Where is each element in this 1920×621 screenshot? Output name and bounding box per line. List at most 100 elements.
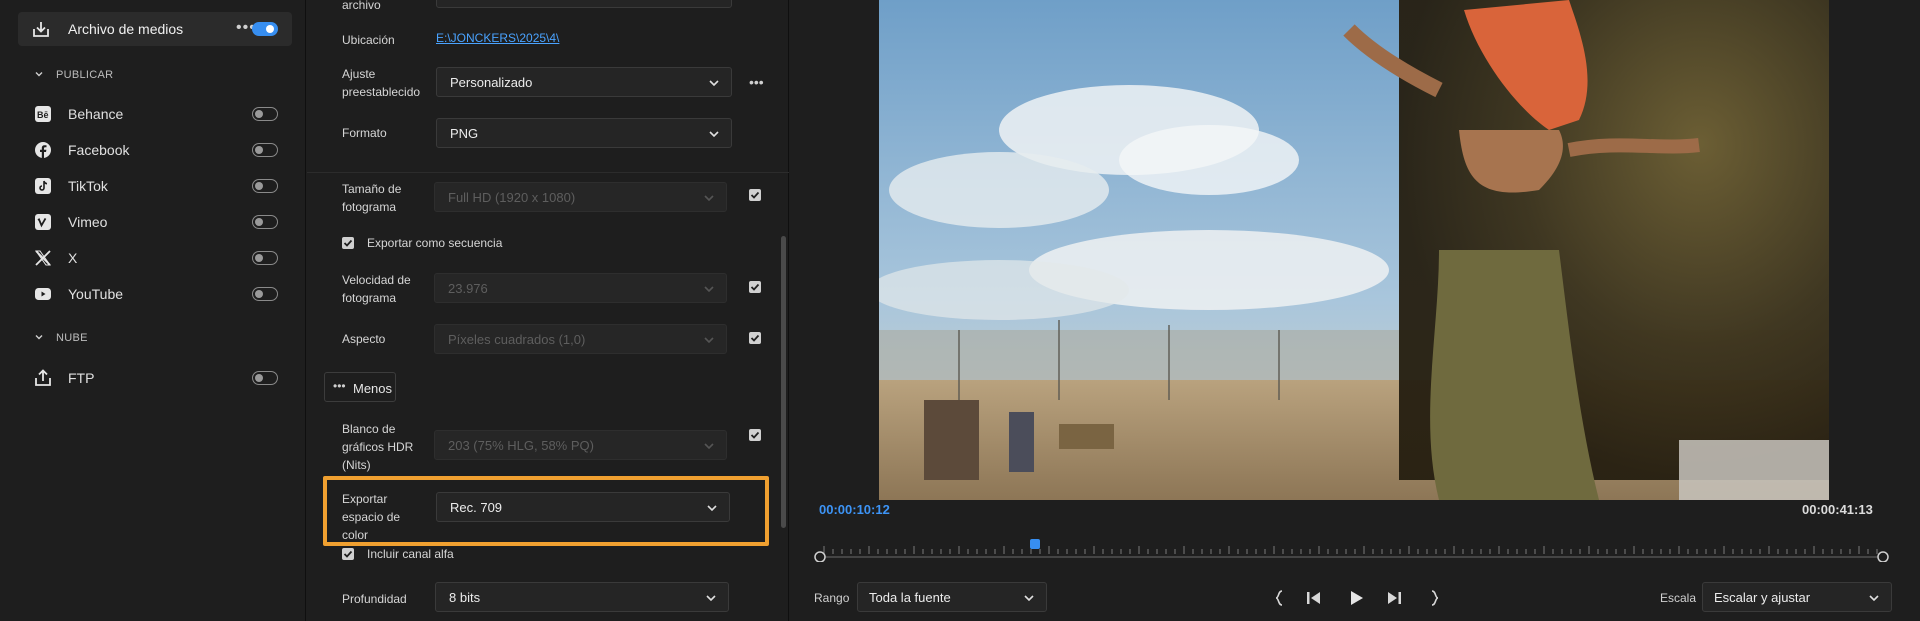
youtube-toggle[interactable] <box>252 287 278 301</box>
section-heading-nube: NUBE <box>56 332 88 344</box>
in-point-handle[interactable] <box>814 551 826 562</box>
tiktok-icon <box>35 178 51 194</box>
end-timecode: 00:00:41:13 <box>1802 502 1873 517</box>
aspect-checkbox[interactable] <box>749 332 761 344</box>
depth-label: Profundidad <box>342 592 407 606</box>
chevron-down-icon <box>704 286 714 293</box>
sidebar-item-ftp[interactable]: FTP <box>34 367 284 389</box>
range-value: Toda la fuente <box>869 590 951 605</box>
aspect-value: Píxeles cuadrados (1,0) <box>448 332 586 347</box>
x-icon <box>35 250 51 266</box>
chevron-down-icon <box>704 195 714 202</box>
facebook-toggle[interactable] <box>252 143 278 157</box>
step-back-icon[interactable] <box>1304 588 1324 608</box>
step-forward-icon[interactable] <box>1384 588 1404 608</box>
sidebar-item-label: Behance <box>68 106 124 122</box>
sidebar-item-youtube[interactable]: YouTube <box>34 283 284 305</box>
preset-value: Personalizado <box>450 75 533 90</box>
sidebar-item-label: YouTube <box>68 286 124 302</box>
more-options-icon[interactable]: ••• <box>749 74 764 90</box>
sidebar-item-facebook[interactable]: Facebook <box>34 139 284 161</box>
go-to-out-point-icon[interactable] <box>1424 588 1444 608</box>
file-name-label: archivo <box>342 0 381 12</box>
hdr-white-checkbox[interactable] <box>749 429 761 441</box>
sidebar: Archivo de medios ••• PUBLICAR Bē Behanc… <box>0 0 306 621</box>
show-less-label: Menos <box>353 381 393 396</box>
preview-panel: 00:00:10:12 00:00:41:13 Rango Toda la fu… <box>790 0 1920 621</box>
ftp-toggle[interactable] <box>252 371 278 385</box>
svg-text:Bē: Bē <box>37 110 49 120</box>
scale-label: Escala <box>1660 591 1697 605</box>
alpha-channel-checkbox[interactable] <box>342 548 354 560</box>
range-dropdown[interactable]: Toda la fuente <box>857 582 1047 612</box>
export-sequence-label: Exportar como secuencia <box>367 236 503 250</box>
frame-size-checkbox[interactable] <box>749 189 761 201</box>
scrollbar[interactable] <box>781 236 786 528</box>
frame-rate-value: 23.976 <box>448 281 488 296</box>
format-dropdown[interactable]: PNG <box>436 118 732 148</box>
hdr-white-dropdown[interactable]: 203 (75% HLG, 58% PQ) <box>434 430 727 460</box>
chevron-down-icon <box>704 443 714 450</box>
frame-rate-label: Velocidad de fotograma <box>342 273 411 305</box>
show-less-button[interactable]: ••• Menos <box>324 372 396 402</box>
video-frame <box>879 0 1829 500</box>
timeline-ticks <box>823 546 1878 554</box>
aspect-label: Aspecto <box>342 332 386 346</box>
sidebar-item-behance[interactable]: Bē Behance <box>34 103 284 125</box>
frame-size-dropdown[interactable]: Full HD (1920 x 1080) <box>434 182 727 212</box>
alpha-channel-label: Incluir canal alfa <box>367 547 454 561</box>
more-options-icon: ••• <box>333 379 346 393</box>
preset-dropdown[interactable]: Personalizado <box>436 67 732 97</box>
highlight-box <box>323 476 769 546</box>
file-name-input[interactable] <box>436 0 732 8</box>
media-file-label: Archivo de medios <box>68 21 184 37</box>
download-icon <box>33 22 49 37</box>
location-link[interactable]: E:\JONCKERS\2025\4\ <box>436 31 559 45</box>
depth-dropdown[interactable]: 8 bits <box>435 582 729 612</box>
depth-value: 8 bits <box>449 590 481 605</box>
youtube-icon <box>35 288 51 300</box>
playhead[interactable] <box>1030 539 1040 549</box>
divider <box>307 172 789 173</box>
chevron-down-icon[interactable] <box>35 333 43 341</box>
aspect-dropdown[interactable]: Píxeles cuadrados (1,0) <box>434 324 727 354</box>
upload-icon <box>35 369 51 386</box>
export-settings-panel: archivo Ubicación E:\JONCKERS\2025\4\ Aj… <box>307 0 789 621</box>
sidebar-item-tiktok[interactable]: TikTok <box>34 175 284 197</box>
frame-rate-checkbox[interactable] <box>749 281 761 293</box>
vimeo-icon <box>35 214 51 230</box>
sidebar-item-label: FTP <box>68 370 95 386</box>
hdr-white-label: Blanco de gráficos HDR (Nits) <box>342 422 414 472</box>
section-heading-publicar: PUBLICAR <box>56 69 114 81</box>
timeline-scrubber[interactable] <box>814 538 1889 562</box>
export-sequence-checkbox[interactable] <box>342 237 354 249</box>
tiktok-toggle[interactable] <box>252 179 278 193</box>
sidebar-item-label: X <box>68 250 78 266</box>
media-file-toggle[interactable] <box>252 22 278 36</box>
scale-value: Escalar y ajustar <box>1714 590 1811 605</box>
behance-toggle[interactable] <box>252 107 278 121</box>
frame-size-label: Tamaño de fotograma <box>342 182 402 214</box>
media-file-row[interactable]: Archivo de medios ••• <box>18 12 292 46</box>
sidebar-item-label: TikTok <box>68 178 108 194</box>
frame-rate-dropdown[interactable]: 23.976 <box>434 273 727 303</box>
location-label: Ubicación <box>342 33 395 47</box>
frame-size-value: Full HD (1920 x 1080) <box>448 190 576 205</box>
sidebar-item-vimeo[interactable]: Vimeo <box>34 211 284 233</box>
format-label: Formato <box>342 126 387 140</box>
preset-label: Ajuste preestablecido <box>342 67 421 99</box>
chevron-down-icon <box>1024 595 1034 602</box>
out-point-handle[interactable] <box>1877 551 1889 562</box>
chevron-down-icon[interactable] <box>35 70 43 78</box>
go-to-in-point-icon[interactable] <box>1270 588 1290 608</box>
behance-icon: Bē <box>35 106 51 122</box>
chevron-down-icon <box>709 80 719 87</box>
x-toggle[interactable] <box>252 251 278 265</box>
scale-dropdown[interactable]: Escalar y ajustar <box>1702 582 1892 612</box>
play-icon[interactable] <box>1346 588 1366 608</box>
vimeo-toggle[interactable] <box>252 215 278 229</box>
sidebar-item-label: Facebook <box>68 142 130 158</box>
chevron-down-icon <box>704 337 714 344</box>
chevron-down-icon <box>706 595 716 602</box>
sidebar-item-x[interactable]: X <box>34 247 284 269</box>
